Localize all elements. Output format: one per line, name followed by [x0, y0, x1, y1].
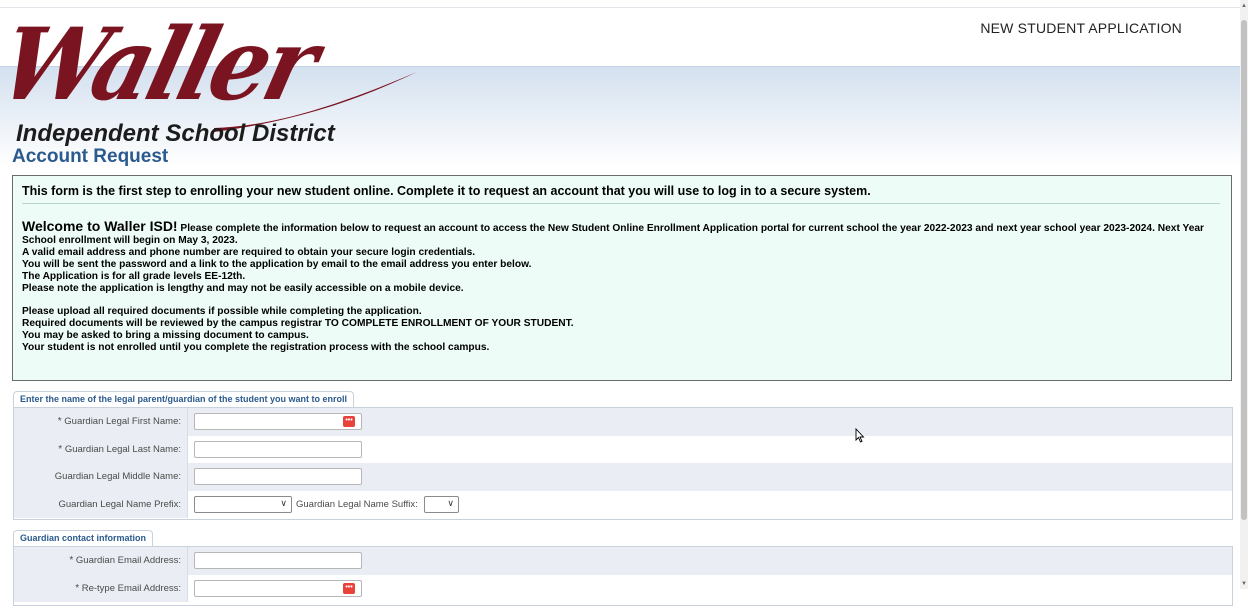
retype-email-label: * Re-type Email Address: — [14, 574, 188, 602]
info-line: Required documents will be reviewed by t… — [22, 318, 574, 329]
middle-name-input[interactable] — [194, 468, 362, 485]
prefix-suffix-row: Guardian Legal Name Prefix: ∨ Guardian L… — [14, 490, 1232, 518]
last-name-label: * Guardian Legal Last Name: — [14, 435, 188, 463]
required-marker: * — [57, 416, 62, 427]
welcome-heading: Welcome to Waller ISD! — [22, 218, 178, 234]
retype-email-row: * Re-type Email Address: ••• — [14, 574, 1232, 602]
retype-email-label-text: Re-type Email Address: — [81, 582, 181, 594]
guardian-name-section: * Guardian Legal First Name: ••• * Guard… — [13, 407, 1233, 520]
prefix-label: Guardian Legal Name Prefix: — [14, 490, 188, 518]
logo-subtitle: Independent School District — [16, 120, 335, 147]
info-divider — [22, 203, 1220, 204]
info-panel: This form is the first step to enrolling… — [12, 175, 1232, 381]
last-name-row: * Guardian Legal Last Name: — [14, 435, 1232, 463]
first-name-row: * Guardian Legal First Name: ••• — [14, 408, 1232, 436]
first-name-input[interactable]: ••• — [194, 413, 362, 430]
email-row: * Guardian Email Address: — [14, 547, 1232, 575]
retype-email-input[interactable]: ••• — [194, 579, 362, 597]
scroll-thumb[interactable] — [1241, 20, 1247, 520]
info-line: Please note the application is lengthy a… — [22, 283, 464, 294]
keyboard-helper-icon[interactable]: ••• — [343, 416, 355, 427]
keyboard-helper-icon[interactable]: ••• — [343, 582, 355, 594]
middle-name-row: Guardian Legal Middle Name: — [14, 463, 1232, 491]
chevron-down-icon: ∨ — [280, 497, 287, 508]
scroll-down-icon[interactable]: ▼ — [1240, 581, 1248, 587]
info-line: You will be sent the password and a link… — [22, 259, 532, 270]
info-line: You may be asked to bring a missing docu… — [22, 330, 309, 341]
first-name-label-text: Guardian Legal First Name: — [64, 416, 181, 427]
info-line: A valid email address and phone number a… — [22, 247, 476, 258]
welcome-paragraph: Welcome to Waller ISD! Please complete t… — [22, 218, 1228, 247]
email-input[interactable] — [194, 552, 362, 569]
mouse-pointer-icon — [855, 428, 865, 443]
prefix-select[interactable]: ∨ — [194, 495, 292, 513]
last-name-label-text: Guardian Legal Last Name: — [64, 443, 181, 455]
email-label-text: Guardian Email Address: — [75, 555, 181, 566]
vertical-scrollbar[interactable]: ▲ ▼ — [1240, 0, 1248, 589]
middle-name-label: Guardian Legal Middle Name: — [14, 463, 188, 491]
info-body: Welcome to Waller ISD! Please complete t… — [22, 218, 1228, 354]
required-marker: * — [75, 582, 80, 594]
info-headline: This form is the first step to enrolling… — [22, 184, 871, 198]
first-name-label: * Guardian Legal First Name: — [14, 408, 188, 436]
required-marker: * — [58, 443, 63, 455]
suffix-select[interactable]: ∨ — [424, 495, 459, 513]
contact-section-tab: Guardian contact information — [13, 530, 154, 546]
info-line: Your student is not enrolled until you c… — [22, 342, 490, 353]
scroll-up-icon[interactable]: ▲ — [1240, 3, 1248, 9]
info-line: Please upload all required documents if … — [22, 306, 422, 317]
guardian-section-tab: Enter the name of the legal parent/guard… — [13, 391, 355, 407]
suffix-label: Guardian Legal Name Suffix: — [296, 498, 418, 510]
info-line: The Application is for all grade levels … — [22, 271, 246, 282]
last-name-input[interactable] — [194, 440, 362, 458]
email-label: * Guardian Email Address: — [14, 547, 188, 575]
contact-section: * Guardian Email Address: * Re-type Emai… — [13, 546, 1233, 606]
chevron-down-icon: ∨ — [447, 497, 454, 508]
app-title: NEW STUDENT APPLICATION — [980, 20, 1182, 36]
required-marker: * — [69, 555, 74, 566]
district-logo: Waller Independent School District — [0, 6, 432, 150]
welcome-text: Please complete the information below to… — [22, 223, 1205, 246]
page-title: Account Request — [12, 146, 169, 167]
